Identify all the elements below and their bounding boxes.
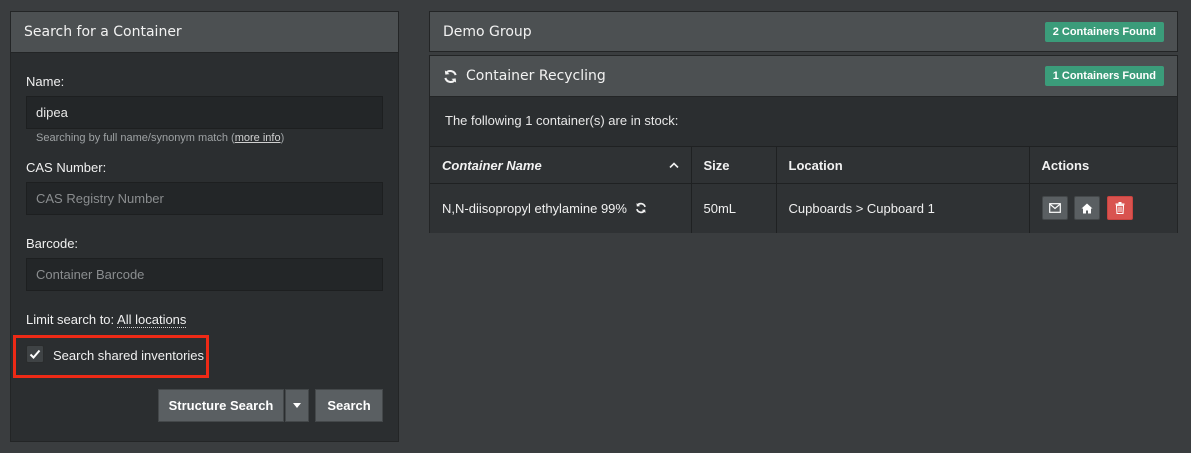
delete-button[interactable] — [1106, 196, 1133, 221]
home-location-button[interactable] — [1074, 196, 1101, 221]
cas-number-input[interactable] — [26, 182, 383, 215]
sort-ascending-icon — [668, 162, 679, 168]
name-label: Name: — [26, 74, 65, 89]
location-cell: Cupboards > Cupboard 1 — [776, 183, 1030, 233]
more-info-link[interactable]: more info — [235, 132, 281, 144]
limit-search-label: Limit search to: — [26, 312, 118, 327]
name-help-suffix: ) — [280, 132, 285, 144]
stock-summary-text: The following 1 container(s) are in stoc… — [445, 113, 679, 128]
recycle-icon — [635, 202, 646, 213]
search-button[interactable]: Search — [315, 389, 383, 422]
structure-search-button[interactable]: Structure Search — [158, 389, 284, 422]
barcode-input[interactable] — [26, 258, 383, 291]
structure-search-dropdown-button[interactable] — [285, 389, 309, 422]
containers-table: Container Name Size Location Actions N,N… — [430, 146, 1177, 233]
recycling-count-badge: 1 Containers Found — [1044, 66, 1164, 86]
demo-group-count-badge: 2 Containers Found — [1044, 21, 1164, 42]
actions-cell — [1029, 183, 1177, 233]
search-container-panel: Search for a Container Name: Searching b… — [10, 11, 399, 442]
column-header-container-name[interactable]: Container Name — [430, 146, 692, 184]
table-header-row: Container Name Size Location Actions — [430, 146, 1177, 184]
search-panel-heading: Search for a Container — [11, 12, 398, 53]
container-name-text: N,N-diisopropyl ethylamine 99% — [442, 200, 627, 216]
demo-group-title: Demo Group — [443, 23, 532, 40]
demo-group-panel[interactable]: Demo Group 2 Containers Found — [429, 11, 1178, 52]
recycling-heading[interactable]: Container Recycling 1 Containers Found — [430, 56, 1177, 97]
limit-search-row: Limit search to: All locations — [26, 312, 187, 328]
search-shared-label[interactable]: Search shared inventories — [53, 348, 204, 363]
size-cell: 50mL — [691, 183, 777, 233]
name-input[interactable] — [26, 96, 383, 129]
home-icon — [1081, 203, 1093, 214]
container-recycling-panel: Container Recycling 1 Containers Found T… — [429, 55, 1178, 233]
recycling-title-group: Container Recycling — [443, 68, 606, 84]
cas-label: CAS Number: — [26, 160, 107, 175]
demo-group-heading[interactable]: Demo Group 2 Containers Found — [430, 12, 1177, 51]
refresh-icon — [444, 69, 457, 83]
container-name-header-wrap: Container Name — [442, 158, 679, 173]
search-panel-title: Search for a Container — [24, 24, 182, 40]
email-button[interactable] — [1041, 196, 1068, 221]
container-name-cell: N,N-diisopropyl ethylamine 99% — [430, 183, 692, 233]
column-header-location[interactable]: Location — [776, 146, 1030, 184]
recycling-title: Container Recycling — [466, 68, 606, 84]
envelope-icon — [1048, 203, 1061, 214]
caret-down-icon — [293, 403, 301, 408]
table-row: N,N-diisopropyl ethylamine 99% 50mL Cupb… — [430, 183, 1177, 233]
name-help-prefix: Searching by full name/synonym match ( — [36, 132, 235, 144]
all-locations-link[interactable]: All locations — [117, 312, 187, 328]
trash-icon — [1115, 202, 1125, 215]
column-header-actions: Actions — [1029, 146, 1177, 184]
search-shared-checkbox[interactable] — [26, 345, 44, 363]
container-name-header-label: Container Name — [442, 157, 542, 173]
name-help-text: Searching by full name/synonym match (mo… — [36, 132, 284, 144]
barcode-label: Barcode: — [26, 236, 79, 251]
checkmark-icon — [29, 349, 41, 359]
column-header-size[interactable]: Size — [691, 146, 777, 184]
